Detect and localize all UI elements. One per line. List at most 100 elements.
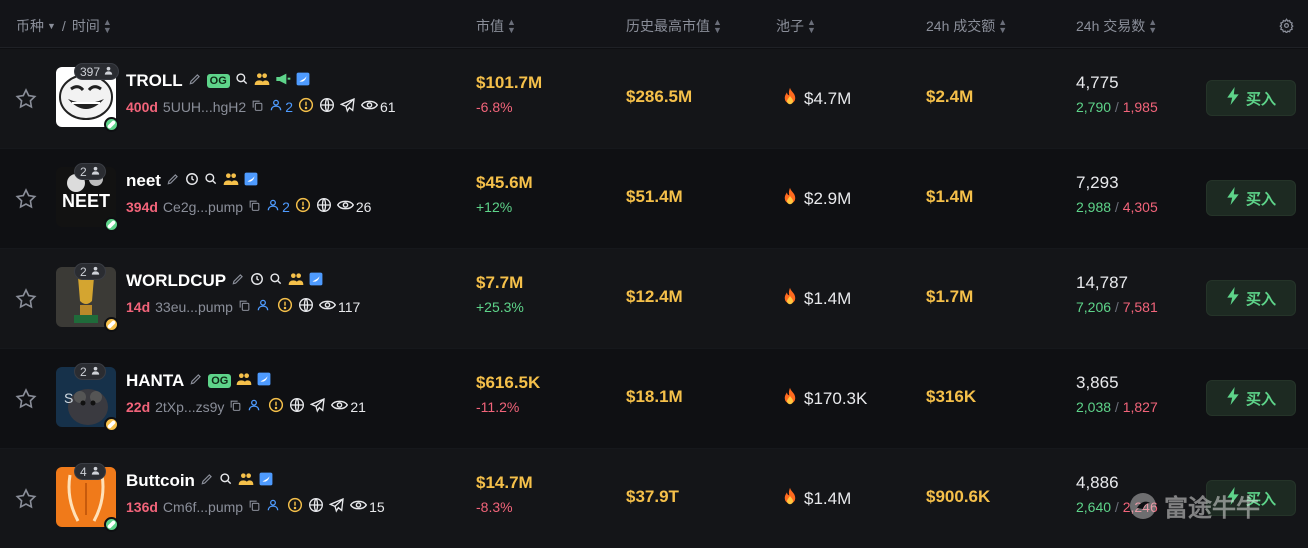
buy-button[interactable]: 买入: [1206, 380, 1296, 416]
token-name[interactable]: neet: [126, 171, 161, 191]
twitter-icon[interactable]: [296, 72, 310, 91]
buy-count: 2,790: [1076, 99, 1112, 115]
sort-icon[interactable]: ▲ ▼: [103, 18, 112, 35]
website-globe-icon[interactable]: [308, 497, 324, 516]
favorite-star-icon[interactable]: [14, 487, 38, 511]
sort-icon[interactable]: ▲ ▼: [507, 18, 516, 35]
token-meta-line: 136d Cm6f...pump 15: [126, 497, 385, 516]
favorite-star-icon[interactable]: [14, 287, 38, 311]
pool-header[interactable]: 池子 ▲ ▼: [776, 16, 816, 36]
volume-value: $2.4M: [926, 87, 974, 106]
holder-count: 2: [80, 164, 87, 179]
ath-market-cap-header[interactable]: 历史最高市值 ▲ ▼: [626, 16, 722, 36]
ath-market-cap-value: $12.4M: [626, 287, 683, 306]
people-icon: [103, 65, 114, 79]
token-row[interactable]: 2 WORLDCUP 14d 33eu...pump 117 $7.7M +25.3% $12…: [0, 249, 1308, 349]
pool-value: $4.7M: [804, 88, 852, 108]
twitter-icon[interactable]: [259, 472, 273, 491]
token-age: 400d: [126, 98, 158, 115]
copy-icon[interactable]: [238, 299, 251, 315]
token-name[interactable]: TROLL: [126, 71, 183, 91]
market-cap-header[interactable]: 市值 ▲ ▼: [476, 16, 516, 36]
buy-button[interactable]: 买入: [1206, 180, 1296, 216]
edit-pencil-icon[interactable]: [200, 472, 214, 491]
website-globe-icon[interactable]: [289, 397, 305, 416]
time-column-label[interactable]: 时间: [72, 16, 100, 36]
token-row[interactable]: 397 TROLL OG 400d 5UUH...hgH2 2 61 $101.7M -6.8%…: [0, 49, 1308, 149]
twitter-icon[interactable]: [257, 372, 271, 391]
telegram-icon[interactable]: [339, 97, 356, 116]
website-globe-icon[interactable]: [298, 297, 314, 316]
favorite-star-icon[interactable]: [14, 387, 38, 411]
settings-gear-icon[interactable]: [1279, 18, 1294, 33]
twitter-icon[interactable]: [244, 172, 258, 191]
token-age: 22d: [126, 398, 151, 415]
search-icon[interactable]: [204, 172, 218, 191]
warning-icon[interactable]: [295, 197, 311, 216]
buy-count: 2,640: [1076, 499, 1112, 515]
coin-time-header[interactable]: 币种 ▼ / 时间 ▲ ▼: [16, 16, 112, 36]
market-cap-change: -8.3%: [476, 499, 513, 515]
txns-split: 2,038 / 1,827: [1076, 399, 1158, 415]
og-badge: OG: [208, 374, 232, 388]
volume-header[interactable]: 24h 成交额 ▲ ▼: [926, 16, 1007, 36]
user-icon: [266, 498, 280, 515]
user-icon: [266, 198, 280, 215]
coin-column-label[interactable]: 币种: [16, 16, 44, 36]
chain-icon: [104, 517, 119, 532]
token-row[interactable]: 4 Buttcoin 136d Cm6f...pump 15 $14.7M -8.3% $37…: [0, 449, 1308, 548]
eye-icon: [349, 498, 368, 515]
sort-icon[interactable]: ▲ ▼: [713, 18, 722, 35]
search-icon[interactable]: [235, 72, 249, 91]
search-icon[interactable]: [219, 472, 233, 491]
token-name[interactable]: HANTA: [126, 371, 184, 391]
telegram-icon[interactable]: [310, 397, 326, 416]
market-cap-value: $101.7M: [476, 73, 543, 92]
edit-pencil-icon[interactable]: [231, 272, 245, 291]
token-name[interactable]: Buttcoin: [126, 471, 195, 491]
txns-header[interactable]: 24h 交易数 ▲ ▼: [1076, 16, 1157, 36]
token-name[interactable]: WORLDCUP: [126, 271, 226, 291]
dev-holders: [247, 398, 263, 415]
copy-icon[interactable]: [248, 199, 261, 215]
buy-button[interactable]: 买入: [1206, 80, 1296, 116]
user-icon: [269, 98, 283, 115]
favorite-star-icon[interactable]: [14, 87, 38, 111]
website-globe-icon[interactable]: [319, 97, 335, 116]
sort-icon[interactable]: ▲ ▼: [807, 18, 816, 35]
sort-icon[interactable]: ▲ ▼: [998, 18, 1007, 35]
contract-address[interactable]: Cm6f...pump: [163, 499, 243, 515]
buy-button[interactable]: 买入: [1206, 280, 1296, 316]
eye-icon: [331, 398, 349, 415]
edit-pencil-icon[interactable]: [188, 72, 202, 91]
token-row[interactable]: S 2 HANTA OG 22d 2tXp...zs9y 21 $616.5K -11.2% $1…: [0, 349, 1308, 449]
user-icon: [256, 298, 270, 315]
contract-address[interactable]: 5UUH...hgH2: [163, 99, 246, 115]
search-icon[interactable]: [269, 272, 283, 291]
token-row[interactable]: NEET 2 neet 394d Ce2g...pump 2 26 $45.6M +12% $51…: [0, 149, 1308, 249]
telegram-icon[interactable]: [328, 497, 345, 516]
txns-total: 14,787: [1076, 273, 1128, 292]
og-badge: OG: [206, 74, 230, 88]
twitter-icon[interactable]: [309, 272, 323, 291]
community-icon: [288, 272, 304, 291]
sort-icon[interactable]: ▲ ▼: [1148, 18, 1157, 35]
contract-address[interactable]: 2tXp...zs9y: [155, 399, 224, 415]
warning-icon[interactable]: [298, 97, 314, 116]
warning-icon[interactable]: [268, 397, 284, 416]
contract-address[interactable]: 33eu...pump: [155, 299, 233, 315]
copy-icon[interactable]: [229, 399, 242, 415]
pool-value: $1.4M: [804, 288, 852, 308]
edit-pencil-icon[interactable]: [166, 172, 180, 191]
contract-address[interactable]: Ce2g...pump: [163, 199, 243, 215]
ath-market-cap-value: $286.5M: [626, 87, 693, 106]
edit-pencil-icon[interactable]: [189, 372, 203, 391]
copy-icon[interactable]: [248, 499, 261, 515]
website-globe-icon[interactable]: [316, 197, 332, 216]
warning-icon[interactable]: [277, 297, 293, 316]
warning-icon[interactable]: [287, 497, 303, 516]
favorite-star-icon[interactable]: [14, 187, 38, 211]
fire-icon: [782, 287, 798, 310]
copy-icon[interactable]: [251, 99, 264, 115]
fire-icon: [782, 87, 798, 110]
